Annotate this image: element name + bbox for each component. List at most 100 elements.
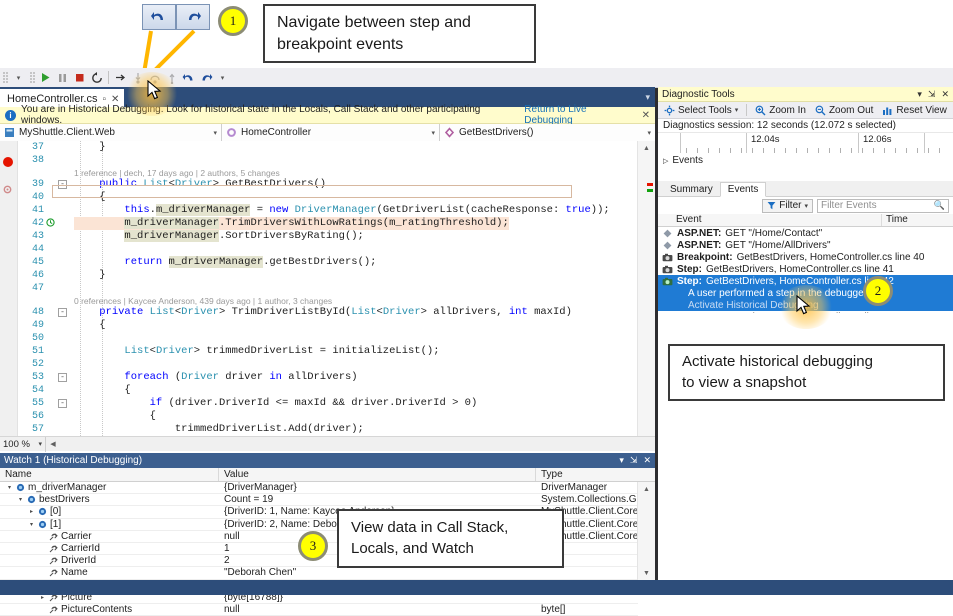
- watch-column-type[interactable]: Type: [536, 468, 655, 481]
- watch-row-name-cell[interactable]: Name: [0, 567, 219, 578]
- return-to-live-debugging-link[interactable]: Return to Live Debugging: [524, 104, 636, 126]
- breakpoint-margin[interactable]: [0, 141, 18, 436]
- chevron-down-icon[interactable]: ▾: [804, 202, 808, 210]
- toolbar-grip-icon[interactable]: [2, 71, 10, 84]
- historical-step-marker-icon[interactable]: [3, 185, 12, 194]
- step-forward-button-callout[interactable]: [176, 4, 210, 30]
- breakpoint-indicator[interactable]: [3, 157, 13, 167]
- watch-window-controls[interactable]: ▾ ⇲ ✕: [619, 455, 651, 466]
- watch-row-name-cell[interactable]: ▾ m_driverManager: [0, 482, 219, 493]
- diagnostics-timeline-ruler[interactable]: 12.04s 12.06s: [658, 133, 953, 154]
- close-icon[interactable]: ✕: [111, 94, 119, 105]
- member-dropdown-label: GetBestDrivers(): [459, 127, 534, 138]
- chevron-down-icon[interactable]: ▾: [431, 129, 435, 137]
- watch-vertical-scrollbar[interactable]: ▲ ▼: [637, 482, 655, 580]
- search-icon[interactable]: 🔍: [934, 200, 945, 211]
- type-dropdown-label: HomeController: [241, 127, 312, 138]
- watch-row-value[interactable]: {DriverManager}: [219, 482, 536, 493]
- restart-button[interactable]: [88, 69, 105, 86]
- watch-row-value[interactable]: Count = 19: [219, 494, 536, 505]
- step-forward-button[interactable]: [197, 69, 214, 86]
- watch-row-name-cell[interactable]: ▾ bestDrivers: [0, 494, 219, 505]
- watch-column-name[interactable]: Name: [0, 468, 219, 481]
- zoom-level-dropdown[interactable]: 100 % ▾: [0, 436, 46, 452]
- tabstrip-dropdown-icon[interactable]: ▾: [645, 87, 655, 107]
- watch-row-name-cell[interactable]: ▸ [0]: [0, 506, 219, 517]
- scroll-down-icon[interactable]: ▼: [638, 566, 655, 580]
- chevron-down-icon[interactable]: ▾: [17, 496, 24, 503]
- time-column-header[interactable]: Time: [882, 214, 953, 226]
- scroll-up-icon[interactable]: ▲: [638, 482, 655, 496]
- fold-toggle-icon[interactable]: -: [58, 399, 67, 408]
- reset-view-button[interactable]: Reset View: [879, 103, 949, 118]
- toolbar-options-icon[interactable]: ▾: [214, 69, 231, 86]
- chevron-down-icon[interactable]: ▾: [6, 484, 13, 491]
- table-row[interactable]: ▾ bestDrivers Count = 19 System.Collections…: [0, 494, 638, 507]
- watch-row-name-cell[interactable]: Carrier: [0, 531, 219, 542]
- continue-button[interactable]: [37, 69, 54, 86]
- chevron-down-icon[interactable]: ▾: [213, 129, 217, 137]
- watch-row-name-cell[interactable]: PictureContents: [0, 604, 219, 615]
- step-back-button-callout[interactable]: [142, 4, 176, 30]
- watch-row-name-cell[interactable]: DriverId: [0, 555, 219, 566]
- watch-column-value[interactable]: Value: [219, 468, 536, 481]
- list-item[interactable]: Breakpoint: GetBestDrivers, HomeControll…: [658, 251, 953, 263]
- toolbar-grip-2-icon[interactable]: [29, 71, 37, 84]
- dropdown-icon[interactable]: ▾: [917, 89, 922, 100]
- zoom-in-button[interactable]: Zoom In: [752, 103, 809, 118]
- type-dropdown[interactable]: HomeController ▾: [222, 124, 440, 141]
- diagnostics-events-track[interactable]: ▷ Events: [658, 153, 953, 182]
- toolbar-overflow-icon[interactable]: ▾: [10, 69, 27, 86]
- stop-debugging-button[interactable]: [71, 69, 88, 86]
- code-editor-pane: HomeController.cs ▫ ✕ ▾ i You are in His…: [0, 87, 655, 453]
- dropdown-icon[interactable]: ▾: [619, 455, 624, 466]
- diagnostic-tools-toolbar[interactable]: Select Tools ▾ Zoom In Zoom Out Reset Vi…: [658, 102, 953, 119]
- chevron-down-icon[interactable]: ▾: [28, 521, 35, 528]
- member-dropdown[interactable]: GetBestDrivers() ▾: [440, 124, 655, 141]
- close-icon[interactable]: ✕: [941, 89, 949, 100]
- code-text-area[interactable]: 37 } 38 1 reference | dech, 17 days ago | …: [0, 141, 655, 436]
- ruler-separator: [858, 133, 859, 153]
- filter-events-input[interactable]: Filter Events 🔍: [817, 198, 949, 213]
- show-next-statement-button[interactable]: [112, 69, 129, 86]
- scroll-up-icon[interactable]: ▲: [638, 141, 655, 155]
- pin-icon[interactable]: ⇲: [928, 89, 936, 100]
- editor-vertical-scrollbar[interactable]: ▲: [637, 141, 655, 436]
- fold-toggle-icon[interactable]: -: [58, 373, 67, 382]
- select-tools-button[interactable]: Select Tools ▾: [661, 103, 741, 118]
- table-row[interactable]: Name "Deborah Chen": [0, 567, 638, 580]
- filter-button[interactable]: Filter ▾: [762, 198, 813, 213]
- code-line: 43 m_driverManager.SortDriversByRating()…: [18, 230, 618, 243]
- fold-toggle-icon[interactable]: -: [58, 308, 67, 317]
- zoom-out-button[interactable]: Zoom Out: [812, 103, 876, 118]
- diagnostics-tab[interactable]: Summary: [663, 183, 720, 196]
- step-back-button[interactable]: [180, 69, 197, 86]
- project-dropdown[interactable]: MyShuttle.Client.Web ▾: [0, 124, 222, 141]
- close-icon[interactable]: ✕: [643, 455, 651, 466]
- scroll-left-icon[interactable]: ◀: [46, 440, 60, 448]
- watch-row-value[interactable]: "Deborah Chen": [219, 567, 536, 578]
- diagnostic-tools-controls[interactable]: ▾ ⇲ ✕: [917, 89, 949, 100]
- chevron-down-icon[interactable]: ▾: [735, 106, 739, 114]
- list-item[interactable]: ASP.NET: GET "/Home/AllDrivers": [658, 239, 953, 251]
- watch-row-value[interactable]: null: [219, 604, 536, 615]
- events-track-expander[interactable]: ▷ Events: [663, 155, 703, 166]
- diagnostics-session-label: Diagnostics session: 12 seconds (12.072 …: [658, 119, 953, 133]
- watch-row-name-cell[interactable]: CarrierId: [0, 543, 219, 554]
- chevron-down-icon[interactable]: ▾: [38, 440, 45, 448]
- watch-row-name-cell[interactable]: ▾ [1]: [0, 519, 219, 530]
- table-row[interactable]: PictureContents null byte[]: [0, 604, 638, 616]
- banner-close-icon[interactable]: ✕: [642, 110, 650, 121]
- list-item[interactable]: ASP.NET: GET "/Home/Contact": [658, 227, 953, 239]
- chevron-right-icon[interactable]: ▸: [28, 508, 35, 515]
- chevron-down-icon[interactable]: ▾: [647, 129, 651, 137]
- pin-icon[interactable]: ⇲: [630, 455, 638, 466]
- pin-icon[interactable]: ▫: [102, 94, 106, 105]
- break-all-button[interactable]: [54, 69, 71, 86]
- event-column-header[interactable]: Event: [658, 214, 882, 226]
- diagnostics-tab[interactable]: Events: [719, 182, 767, 197]
- chevron-right-icon[interactable]: ▷: [663, 157, 668, 165]
- table-row[interactable]: ▾ m_driverManager {DriverManager} DriverMan…: [0, 482, 638, 495]
- list-item[interactable]: Step: GetBestDrivers, HomeController.cs …: [658, 263, 953, 275]
- historical-clock-icon[interactable]: [46, 218, 55, 227]
